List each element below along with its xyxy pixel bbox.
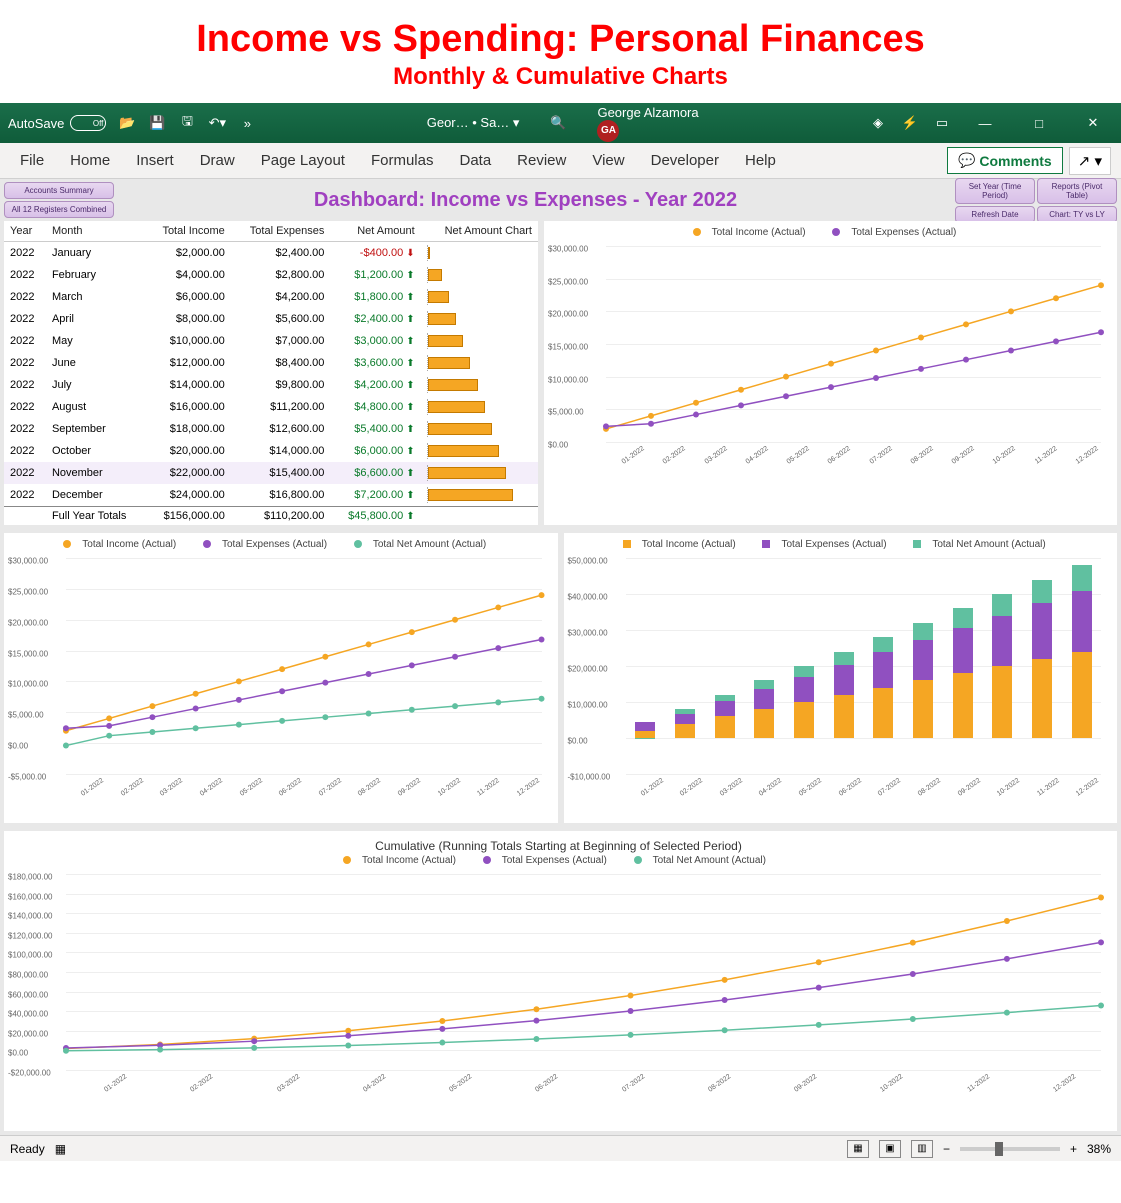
table-row[interactable]: 2022March$6,000.00$4,200.00$1,800.00 ⬆ — [4, 286, 538, 308]
undo-icon[interactable]: ↶▾ — [208, 114, 226, 132]
zoom-level[interactable]: 38% — [1087, 1142, 1111, 1156]
titlebar: AutoSave Off 📂 💾 🖫 ↶▾ » Geor… • Sa… ▾ 🔍 … — [0, 103, 1121, 143]
autosave-label: AutoSave — [8, 116, 64, 131]
tab-help[interactable]: Help — [735, 146, 786, 175]
table-row[interactable]: 2022January$2,000.00$2,400.00-$400.00 ⬇ — [4, 242, 538, 265]
col-header[interactable]: Month — [46, 221, 145, 242]
col-header[interactable]: Net Amount Chart — [421, 221, 538, 242]
table-row[interactable]: 2022September$18,000.00$12,600.00$5,400.… — [4, 418, 538, 440]
status-ready: Ready — [10, 1142, 45, 1156]
tab-developer[interactable]: Developer — [641, 146, 729, 175]
zoom-out-button[interactable]: − — [943, 1142, 950, 1156]
diamond-icon[interactable]: ◈ — [869, 114, 887, 132]
dash-btn-chart-ty-vs-ly[interactable]: Chart: TY vs LY — [1037, 206, 1117, 223]
dash-btn-all-12-registers-combined[interactable]: All 12 Registers Combined — [4, 201, 114, 218]
doc-name[interactable]: Geor… • Sa… ▾ — [427, 115, 520, 131]
view-break-button[interactable]: ▥ — [911, 1140, 933, 1158]
dashboard-title: Dashboard: Income vs Expenses - Year 202… — [114, 189, 937, 212]
table-row[interactable]: 2022February$4,000.00$2,800.00$1,200.00 … — [4, 264, 538, 286]
tab-view[interactable]: View — [582, 146, 634, 175]
avatar: GA — [597, 120, 619, 142]
tab-review[interactable]: Review — [507, 146, 576, 175]
table-row[interactable]: 2022November$22,000.00$15,400.00$6,600.0… — [4, 462, 538, 484]
chart-monthly-2series[interactable]: Total Income (Actual) Total Expenses (Ac… — [544, 221, 1117, 525]
chart-monthly-3series[interactable]: Total Income (Actual) Total Expenses (Ac… — [4, 533, 558, 823]
view-normal-button[interactable]: ▦ — [847, 1140, 869, 1158]
tab-page-layout[interactable]: Page Layout — [251, 146, 355, 175]
income-expense-table[interactable]: YearMonthTotal IncomeTotal ExpensesNet A… — [4, 221, 538, 525]
table-row[interactable]: 2022December$24,000.00$16,800.00$7,200.0… — [4, 484, 538, 507]
legend: Total Income (Actual) Total Expenses (Ac… — [568, 537, 1110, 554]
table-row[interactable]: 2022April$8,000.00$5,600.00$2,400.00 ⬆ — [4, 308, 538, 330]
dash-btn-set-year-time-period-[interactable]: Set Year (Time Period) — [955, 178, 1035, 204]
save-as-icon[interactable]: 🖫 — [178, 114, 196, 132]
table-total-row: Full Year Totals$156,000.00$110,200.00$4… — [4, 507, 538, 526]
page-title: Income vs Spending: Personal Finances — [0, 0, 1121, 63]
maximize-button[interactable]: □ — [1019, 103, 1059, 143]
tab-insert[interactable]: Insert — [126, 146, 184, 175]
data-table-panel: YearMonthTotal IncomeTotal ExpensesNet A… — [4, 221, 538, 525]
dash-btn-reports-pivot-table-[interactable]: Reports (Pivot Table) — [1037, 178, 1117, 204]
chart-title: Cumulative (Running Totals Starting at B… — [8, 835, 1109, 853]
workspace: Accounts Summary All 12 Registers Combine… — [0, 179, 1121, 1135]
legend: Total Income (Actual) Total Expenses (Ac… — [8, 537, 550, 554]
view-layout-button[interactable]: ▣ — [879, 1140, 901, 1158]
dash-btn-accounts-summary[interactable]: Accounts Summary — [4, 182, 114, 199]
chart-cumulative[interactable]: Cumulative (Running Totals Starting at B… — [4, 831, 1117, 1131]
dash-btn-refresh-date[interactable]: Refresh Date — [955, 206, 1035, 223]
page-subtitle: Monthly & Cumulative Charts — [0, 63, 1121, 103]
table-row[interactable]: 2022May$10,000.00$7,000.00$3,000.00 ⬆ — [4, 330, 538, 352]
toggle-off-icon: Off — [70, 115, 106, 131]
search-icon[interactable]: 🔍 — [549, 114, 567, 132]
col-header[interactable]: Total Income — [145, 221, 231, 242]
col-header[interactable]: Net Amount — [330, 221, 420, 242]
legend: Total Income (Actual) Total Expenses (Ac… — [8, 853, 1109, 870]
tab-home[interactable]: Home — [60, 146, 120, 175]
legend: Total Income (Actual) Total Expenses (Ac… — [548, 225, 1109, 242]
table-row[interactable]: 2022August$16,000.00$11,200.00$4,800.00 … — [4, 396, 538, 418]
user-name[interactable]: George Alzamora GA — [597, 105, 698, 142]
col-header[interactable]: Total Expenses — [231, 221, 331, 242]
tab-draw[interactable]: Draw — [190, 146, 245, 175]
close-button[interactable]: ✕ — [1073, 103, 1113, 143]
table-row[interactable]: 2022October$20,000.00$14,000.00$6,000.00… — [4, 440, 538, 462]
tab-file[interactable]: File — [10, 146, 54, 175]
ribbon-mode-icon[interactable]: ▭ — [933, 114, 951, 132]
zoom-slider[interactable] — [960, 1147, 1060, 1151]
table-row[interactable]: 2022June$12,000.00$8,400.00$3,600.00 ⬆ — [4, 352, 538, 374]
save-icon[interactable]: 💾 — [148, 114, 166, 132]
statusbar: Ready ▦ ▦ ▣ ▥ − + 38% — [0, 1135, 1121, 1161]
chart-stacked-bar[interactable]: Total Income (Actual) Total Expenses (Ac… — [564, 533, 1118, 823]
tab-data[interactable]: Data — [449, 146, 501, 175]
comments-button[interactable]: 💬 Comments — [947, 147, 1063, 174]
ribbon: FileHomeInsertDrawPage LayoutFormulasDat… — [0, 143, 1121, 179]
share-button[interactable]: ↗ ▾ — [1069, 147, 1111, 175]
minimize-button[interactable]: — — [965, 103, 1005, 143]
plug-icon[interactable]: ⚡ — [901, 114, 919, 132]
autosave-toggle[interactable]: AutoSave Off — [8, 115, 106, 131]
macro-icon[interactable]: ▦ — [55, 1142, 66, 1156]
open-icon[interactable]: 📂 — [118, 114, 136, 132]
col-header[interactable]: Year — [4, 221, 46, 242]
table-row[interactable]: 2022July$14,000.00$9,800.00$4,200.00 ⬆ — [4, 374, 538, 396]
zoom-in-button[interactable]: + — [1070, 1142, 1077, 1156]
more-icon[interactable]: » — [238, 114, 256, 132]
tab-formulas[interactable]: Formulas — [361, 146, 444, 175]
